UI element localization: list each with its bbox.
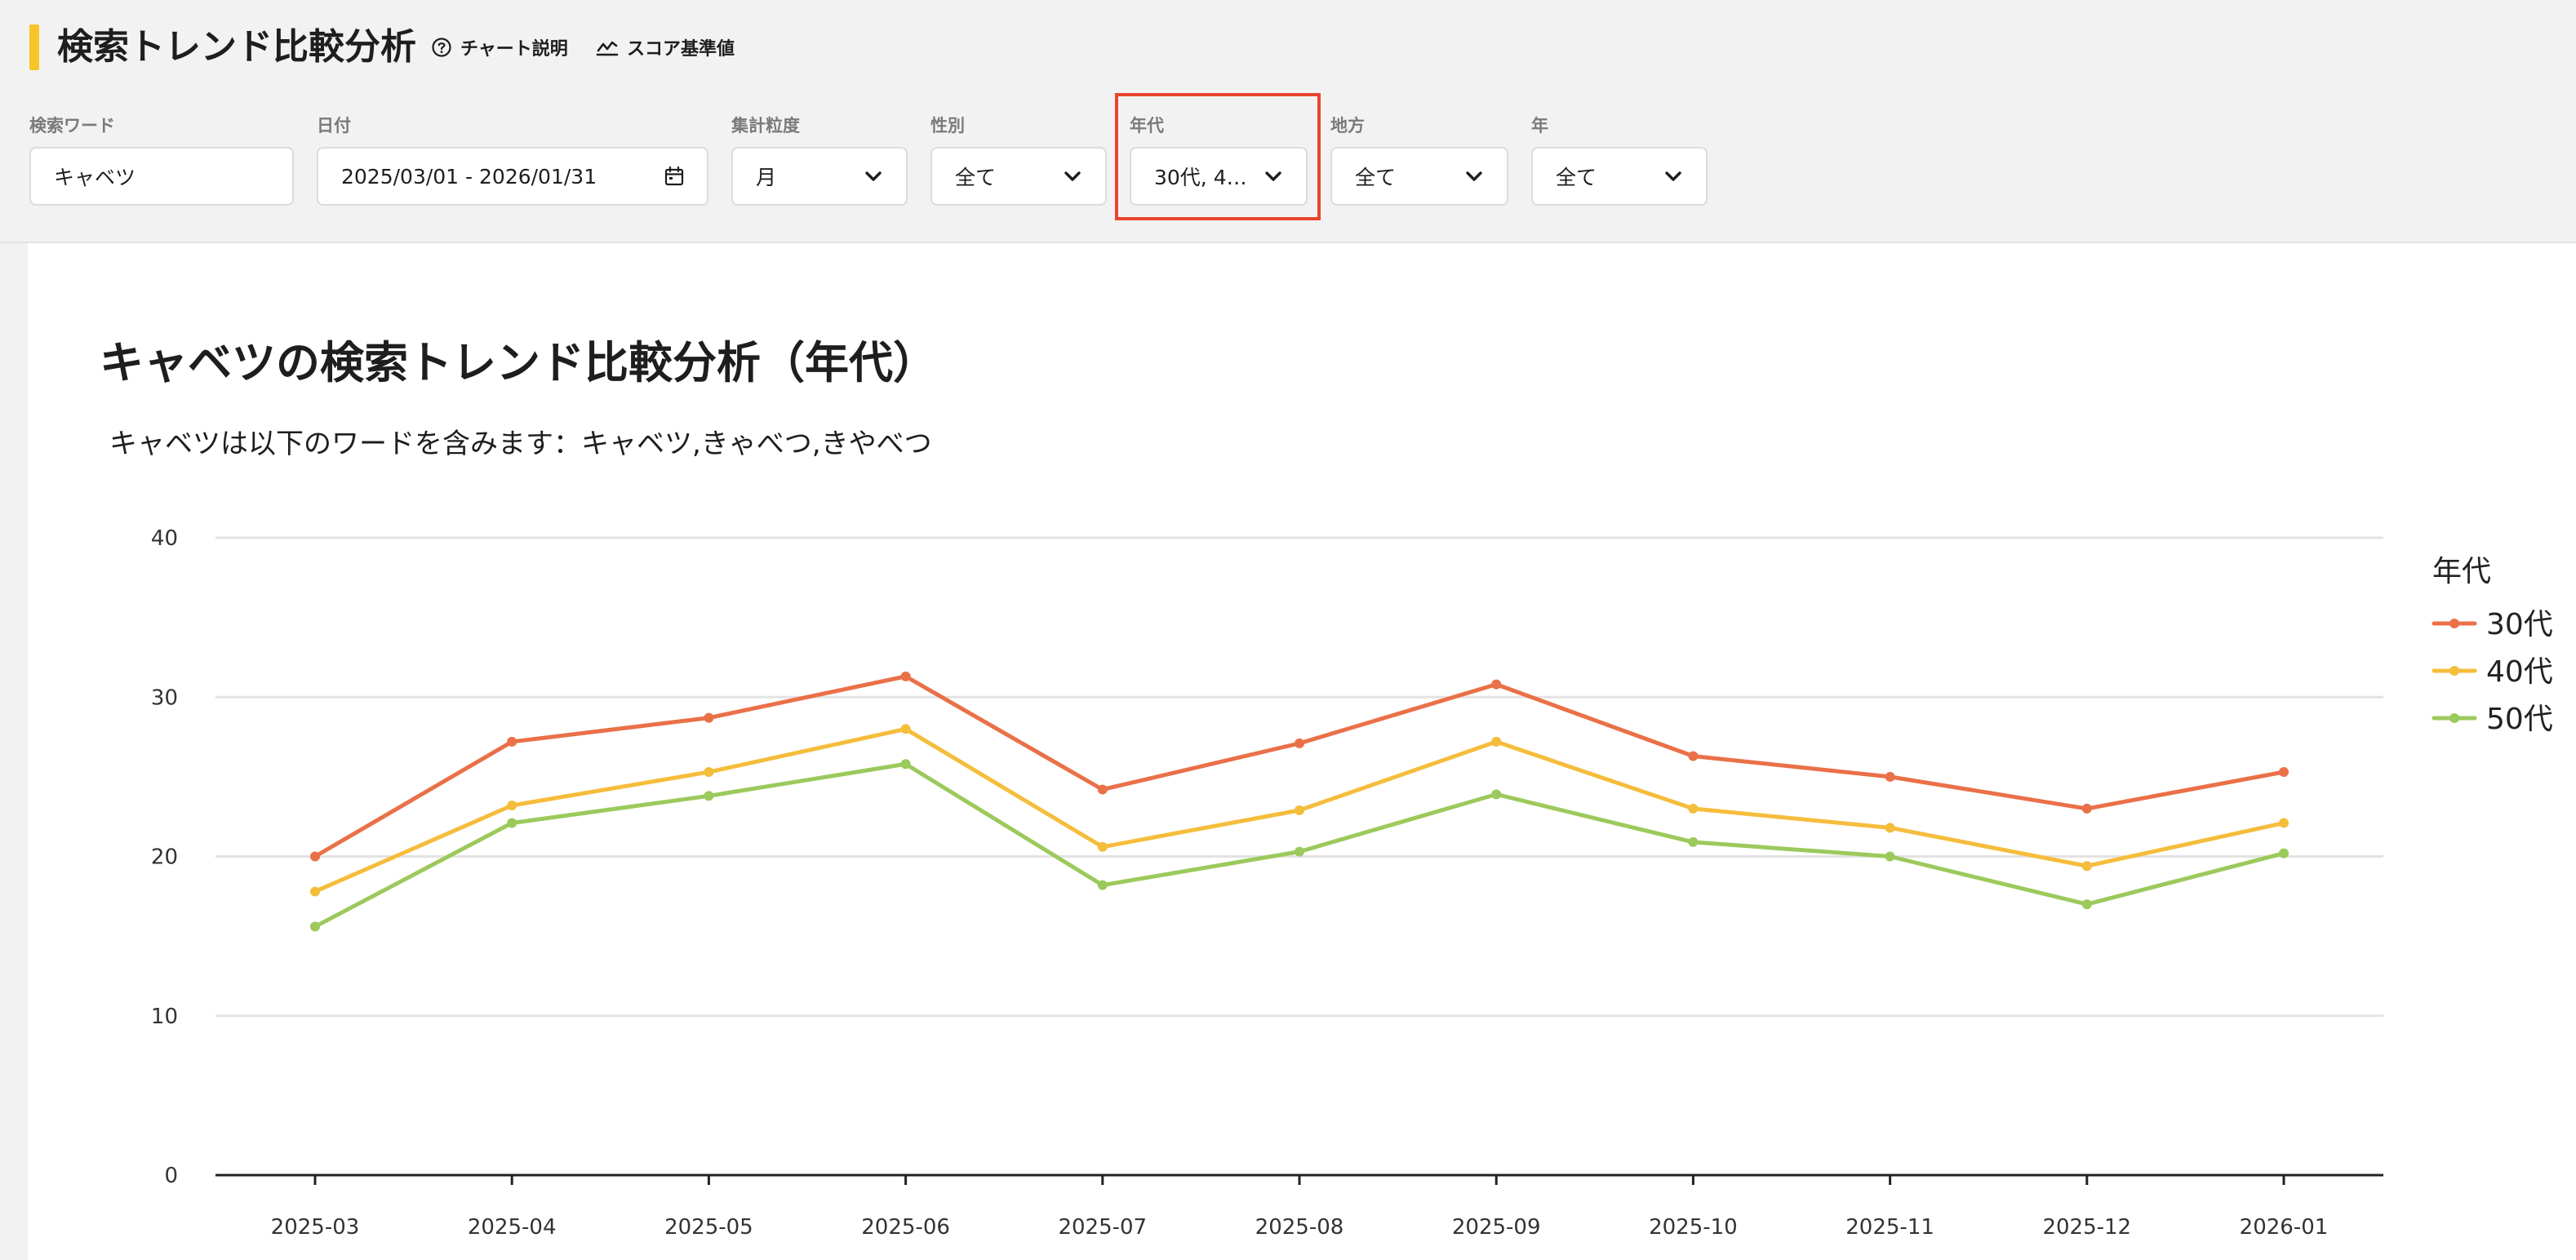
page-title: 検索トレンド比較分析 [57,26,416,68]
data-point [900,724,911,734]
legend-swatch-dot [2449,713,2459,723]
chevron-down-icon [1064,171,1081,181]
calendar-icon [664,166,684,186]
x-tick-label: 2025-10 [1649,1215,1738,1240]
chart-help-link[interactable]: チャート説明 [431,33,568,62]
data-point [1491,789,1502,800]
granularity-value: 月 [756,166,777,189]
y-tick-label: 0 [164,1164,178,1188]
data-point [900,671,911,681]
data-point [704,712,714,723]
y-tick-label: 10 [151,1005,178,1029]
date-label: 日付 [317,116,351,135]
data-point [1097,880,1108,890]
legend-swatch-dot [2449,666,2459,676]
x-tick-label: 2025-08 [1255,1215,1344,1240]
line-chart: 0 10 20 30 40 2025-03 2025-04 2025-05 2025-06 202… [151,526,2553,1240]
chart-panel: キャベツの検索トレンド比較分析（年代） キャベツは以下のワードを含みます：キャベ… [28,243,2576,1260]
y-tick-label: 40 [151,526,178,551]
data-point [704,767,714,778]
y-tick-label: 30 [151,685,178,710]
series-line-1 [313,674,2286,858]
data-point [2279,818,2289,828]
legend-swatch-dot [2449,619,2459,628]
data-point [1885,851,1895,862]
gender-label: 性別 [930,116,965,135]
chevron-down-icon [1665,171,1681,181]
x-tick-label: 2025-03 [271,1215,360,1240]
chevron-down-icon [1466,171,1482,181]
data-point [1885,771,1895,782]
header: 検索トレンド比較分析 チャート説明 スコア基準値 検索ワード キャベツ 日付 2… [0,0,2576,243]
legend-item-label[interactable]: 50代 [2486,703,2553,736]
data-point [1688,803,1699,814]
data-point [310,851,320,862]
data-point [1295,846,1304,857]
region-value: 全て [1355,166,1397,189]
x-tick-label: 2025-12 [2042,1215,2131,1240]
keyword-label: 検索ワード [29,116,115,135]
data-point [704,791,714,801]
question-circle-icon [432,38,451,57]
gender-value: 全て [955,166,997,189]
data-point [507,736,517,747]
x-tick-label: 2025-05 [664,1215,753,1240]
line-chart-icon [596,41,619,56]
keyword-input[interactable]: キャベツ [29,147,294,206]
data-point [310,886,320,897]
data-point [2081,861,2092,872]
data-point [2279,848,2289,858]
legend-title: 年代 [2432,555,2491,588]
granularity-select[interactable]: 月 [731,147,908,206]
legend-item-label[interactable]: 40代 [2486,655,2553,689]
chart-help-label: チャート説明 [460,39,568,60]
year-select[interactable]: 全て [1531,147,1708,206]
data-point [1097,784,1108,795]
x-tick-label: 2026-01 [2240,1215,2329,1240]
data-point [1688,836,1699,847]
data-point [1688,751,1699,761]
data-point [1295,805,1304,815]
year-label: 年 [1531,116,1548,135]
date-value: 2025/03/01 - 2026/01/31 [341,164,597,189]
score-baseline-label: スコア基準値 [627,39,735,60]
y-tick-label: 20 [151,845,178,870]
data-point [2279,767,2289,778]
date-range-picker[interactable]: 2025/03/01 - 2026/01/31 [317,147,708,206]
data-point [2081,899,2092,910]
age-filter-highlight [1115,93,1321,220]
region-select[interactable]: 全て [1330,147,1508,206]
legend-item-label[interactable]: 30代 [2486,608,2553,641]
score-baseline-link[interactable]: スコア基準値 [596,33,735,62]
data-point [1491,679,1502,690]
data-point [310,921,320,932]
data-point [1097,841,1108,852]
data-point [2081,803,2092,814]
app-root: 検索トレンド比較分析 チャート説明 スコア基準値 検索ワード キャベツ 日付 2… [0,0,2576,1260]
data-point [1295,738,1304,748]
data-point [1491,736,1502,747]
x-tick-label: 2025-07 [1058,1215,1147,1240]
data-point [900,759,911,770]
x-tick-label: 2025-11 [1845,1215,1934,1240]
x-tick-label: 2025-06 [861,1215,950,1240]
title-accent-bar [29,24,39,70]
x-tick-label: 2025-09 [1452,1215,1541,1240]
x-tick-label: 2025-04 [468,1215,557,1240]
year-value: 全て [1556,166,1597,189]
data-point [507,801,517,811]
data-point [1885,823,1895,833]
keyword-value: キャベツ [54,166,136,189]
chevron-down-icon [865,171,882,181]
gender-select[interactable]: 全て [930,147,1107,206]
region-label: 地方 [1330,116,1365,135]
data-point [507,818,517,828]
granularity-label: 集計粒度 [731,116,800,135]
